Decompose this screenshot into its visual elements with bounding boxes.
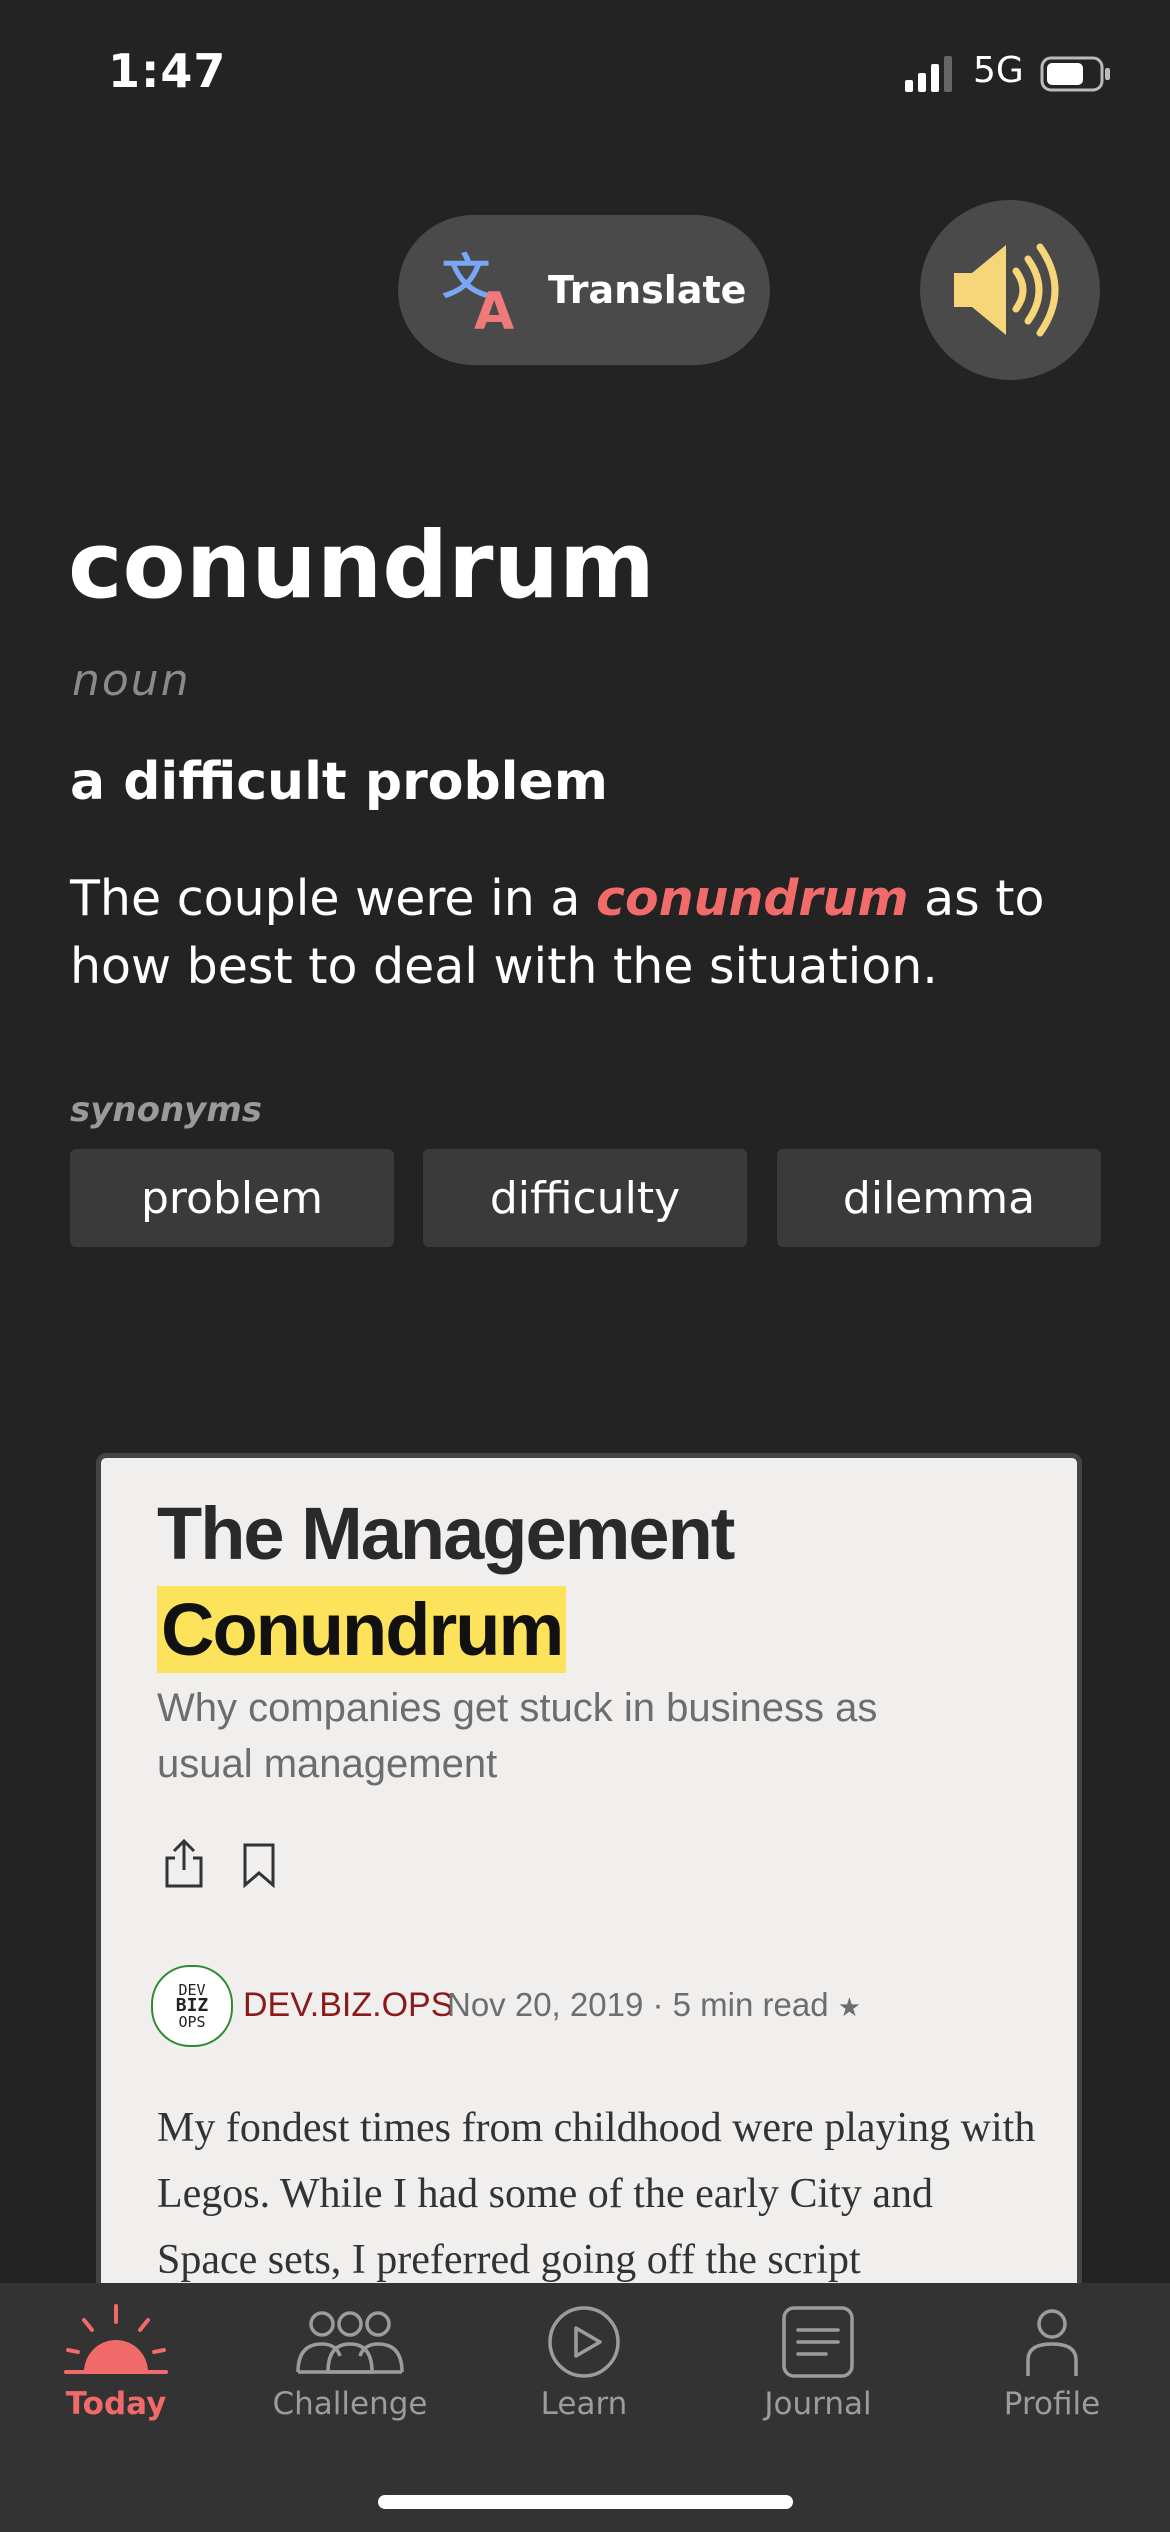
example-sentence: The couple were in a conundrum as to how… [70,865,1110,1001]
word-title: conundrum [68,512,655,619]
pronounce-button[interactable] [920,200,1100,380]
translate-button[interactable]: 文 A Translate [398,215,770,365]
author-name[interactable]: DEV.BIZ.OPS [243,1986,453,2025]
author-avatar[interactable]: DEV BIZ OPS [151,1965,233,2047]
article-title: The Management Conundrum [157,1486,1037,1678]
avatar-text-line: OPS [178,2013,206,2031]
avatar-text-line: BIZ [175,1995,209,2016]
article-body: My fondest times from childhood were pla… [157,2105,1036,2283]
battery-icon [1040,56,1110,92]
translate-label: Translate [548,268,747,312]
article-read-time: 5 min read [672,1986,829,2023]
tab-learn[interactable]: Learn [484,2290,684,2440]
translate-icon: 文 A [442,249,514,333]
part-of-speech: noun [72,655,191,706]
tab-challenge[interactable]: Challenge [250,2290,450,2440]
synonym-chip-dilemma[interactable]: dilemma [777,1149,1101,1247]
tab-label: Learn [540,2386,628,2422]
home-indicator[interactable] [378,2495,793,2509]
tab-label: Challenge [272,2386,428,2422]
people-icon [296,2311,404,2374]
synonym-chip-difficulty[interactable]: difficulty [423,1149,747,1247]
star-icon: ★ [837,1992,862,2022]
example-text-before: The couple were in a [70,870,596,927]
tab-today[interactable]: Today [16,2290,216,2440]
synonym-chip-problem[interactable]: problem [70,1149,394,1247]
tab-journal[interactable]: Journal [718,2290,918,2440]
tab-profile[interactable]: Profile [952,2290,1152,2440]
status-time: 1:47 [108,44,227,98]
article-subtitle: Why companies get stuck in business as u… [157,1686,878,1786]
synonyms-label: synonyms [70,1090,262,1130]
signal-icon [905,56,952,92]
journal-icon [782,2306,854,2378]
article-meta: Nov 20, 2019 · 5 min read ★ [447,1986,861,2024]
definition: a difficult problem [70,752,608,812]
example-highlight: conundrum [595,870,909,927]
svg-text:A: A [474,282,514,333]
article-card[interactable]: The Management Conundrum Why companies g… [96,1453,1082,2323]
share-icon[interactable] [163,1838,205,1890]
article-title-line: The Management [157,1492,735,1575]
network-label: 5G [973,50,1024,91]
tab-label: Journal [764,2386,872,2422]
sun-icon [64,2304,168,2374]
meta-separator: · [652,1986,673,2023]
article-date: Nov 20, 2019 [447,1986,644,2023]
profile-icon [1026,2309,1078,2376]
article-title-highlight: Conundrum [157,1586,567,1673]
play-icon [548,2306,620,2378]
tab-label: Today [65,2386,167,2422]
speaker-icon [954,243,1059,337]
tab-label: Profile [1003,2386,1101,2422]
bookmark-icon[interactable] [241,1842,277,1888]
